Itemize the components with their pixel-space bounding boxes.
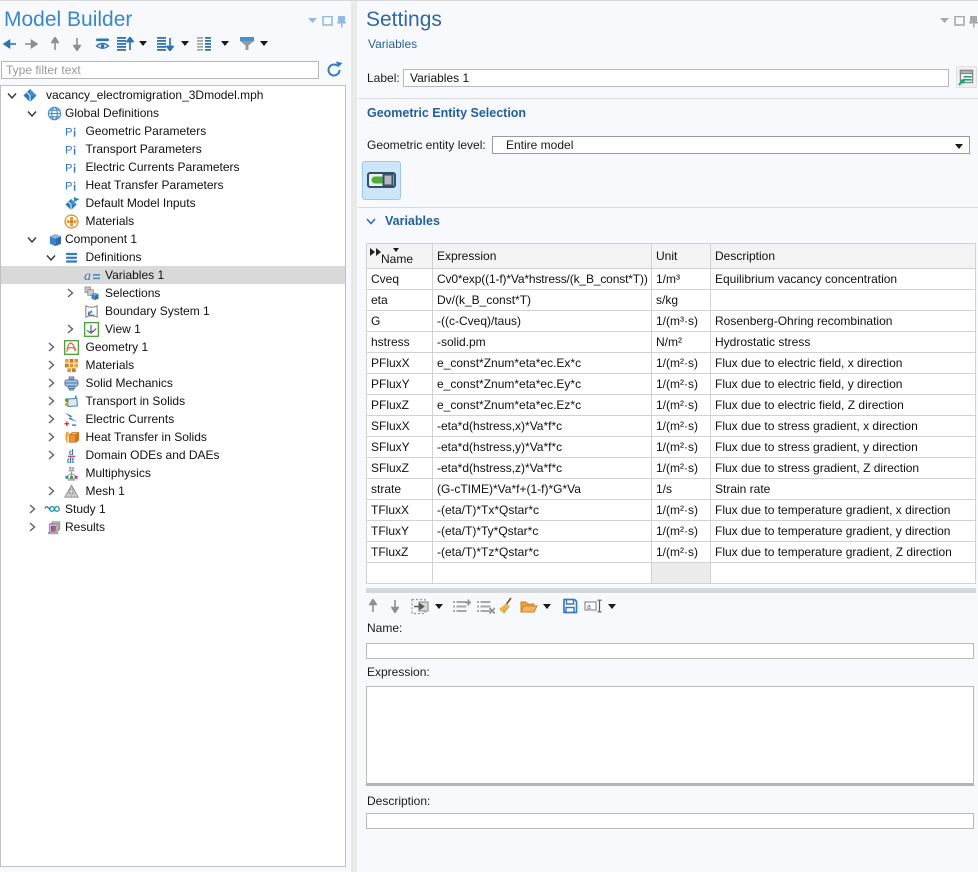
svg-text:dt: dt	[66, 456, 74, 463]
svg-text:a: a	[84, 269, 91, 283]
svg-text:P: P	[64, 180, 72, 192]
svg-text:P: P	[64, 162, 72, 174]
svg-text:P: P	[64, 126, 72, 138]
svg-text:P: P	[64, 144, 72, 156]
svg-text:a: a	[587, 604, 591, 611]
